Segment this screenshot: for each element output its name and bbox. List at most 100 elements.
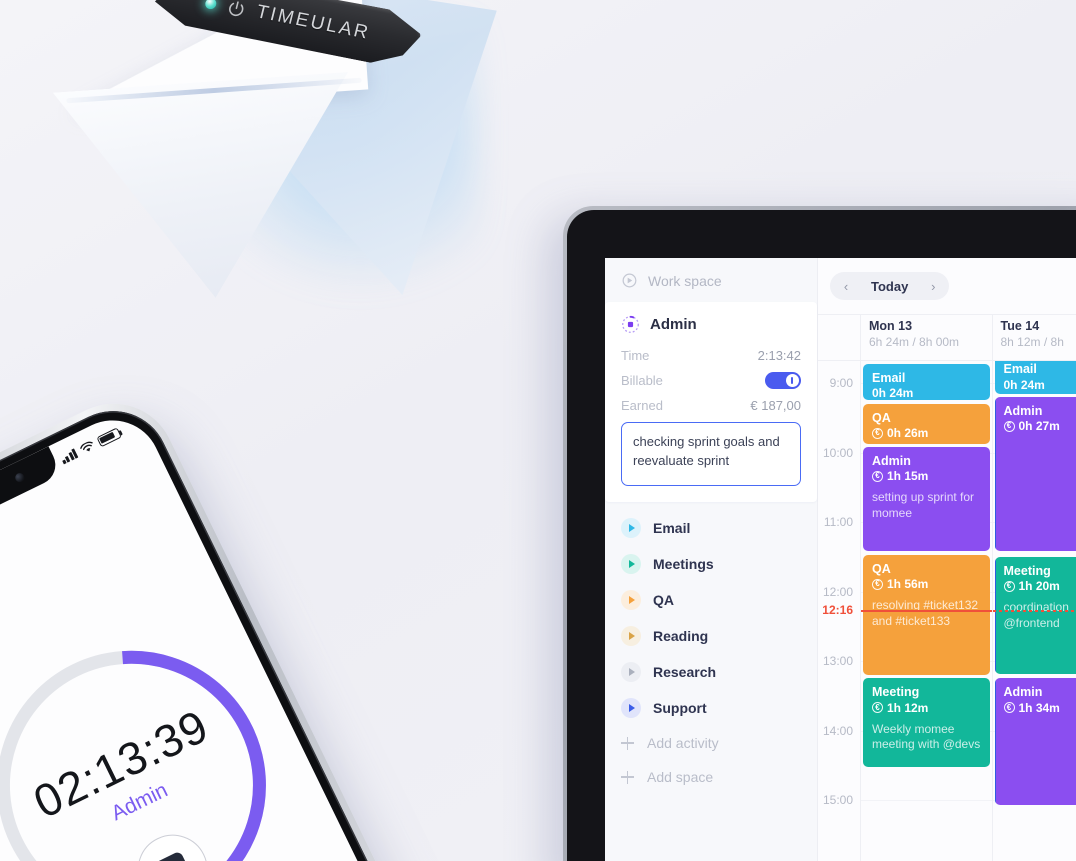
stop-square-icon <box>153 850 193 861</box>
phone-notch <box>0 446 63 540</box>
hour-label: 10:00 <box>822 445 853 460</box>
stat-label-time: Time <box>621 348 650 363</box>
activity-item-qa[interactable]: QA <box>605 582 817 618</box>
event-title: Email <box>872 370 906 385</box>
card-title-row: Admin <box>621 315 801 334</box>
day-header-mon[interactable]: Mon 13 6h 24m / 8h 00m <box>860 315 992 360</box>
event-title: QA <box>872 561 891 576</box>
calendar-event[interactable]: Admin €1h 15m setting up sprint for momee <box>863 446 990 552</box>
event-title: Admin <box>872 453 911 468</box>
event-duration: 0h 27m <box>1018 419 1060 434</box>
activity-item-research[interactable]: Research <box>605 654 817 690</box>
play-icon[interactable] <box>621 518 641 538</box>
event-duration-row: €0h 26m <box>872 426 981 440</box>
add-space-label: Add space <box>647 769 714 785</box>
phone-body: 15:37 <box>0 392 431 861</box>
event-duration: 1h 12m <box>887 700 929 715</box>
billable-icon: € <box>872 427 883 439</box>
play-icon[interactable] <box>621 554 641 574</box>
activity-item-email[interactable]: Email <box>605 510 817 546</box>
calendar-event[interactable]: Admin €1h 34m <box>994 678 1076 805</box>
event-duration-row: €0h 27m <box>1003 419 1076 434</box>
day-columns: Email 0h 24m QA €0h 26m Admin €1h 15m setting … <box>860 361 1076 861</box>
event-duration-row: €1h 34m <box>1003 701 1076 715</box>
active-activity-card: Admin Time 2:13:42 Billable Earned € 187… <box>605 302 817 502</box>
phone-status-bar: 15:37 <box>0 411 147 580</box>
time-gutter: 9:00 10:00 11:00 12:00 13:00 14:00 15:00 12:16 <box>818 361 860 861</box>
event-duration-row: €1h 12m <box>872 701 981 715</box>
mobile-phone: 15:37 <box>0 382 441 861</box>
next-day-button[interactable]: › <box>924 277 942 295</box>
current-time-label: 12:16 <box>822 603 853 618</box>
day-column-mon[interactable]: Email 0h 24m QA €0h 26m Admin €1h 15m setting … <box>860 361 992 861</box>
note-input[interactable]: checking sprint goals and reevaluate spr… <box>621 422 801 486</box>
sidebar: Work space Admin Time 2:13:42 Billable E… <box>605 258 818 861</box>
activity-label: Reading <box>653 628 709 644</box>
workspace-header[interactable]: Work space <box>605 258 817 302</box>
hour-label: 14:00 <box>822 723 853 738</box>
activity-item-reading[interactable]: Reading <box>605 618 817 654</box>
add-activity-button[interactable]: Add activity <box>605 726 817 760</box>
activity-item-support[interactable]: Support <box>605 690 817 726</box>
calendar-event[interactable]: Email 0h 24m <box>863 363 990 401</box>
event-note: coordination @frontend <box>1003 600 1069 630</box>
stat-value-time: 2:13:42 <box>757 348 801 363</box>
tracker-brand-label: TIMEULAR <box>254 1 373 44</box>
add-space-button[interactable]: Add space <box>605 760 817 794</box>
event-selection-bar <box>994 396 996 552</box>
calendar-event[interactable]: Email 0h 24m <box>994 361 1076 394</box>
calendar-event[interactable]: QA €0h 26m <box>863 403 990 444</box>
laptop-device: Work space Admin Time 2:13:42 Billable E… <box>563 206 1076 861</box>
event-title: Admin <box>1003 403 1043 418</box>
stat-row-billable: Billable <box>621 372 801 389</box>
power-icon <box>225 0 248 19</box>
stat-row-time: Time 2:13:42 <box>621 348 801 363</box>
status-bar-indicators <box>59 426 122 465</box>
stat-label-earned: Earned <box>621 398 663 413</box>
billable-icon: € <box>1003 420 1015 432</box>
calendar-event[interactable]: Meeting €1h 20m coordination @frontend <box>994 556 1076 675</box>
event-title: Meeting <box>1003 563 1051 578</box>
calendar-grid[interactable]: 9:00 10:00 11:00 12:00 13:00 14:00 15:00 12:16 … <box>818 361 1076 861</box>
plus-icon <box>621 736 634 750</box>
play-icon[interactable] <box>621 590 641 610</box>
calendar-event[interactable]: Meeting €1h 12m Weekly momee meeting with … <box>863 678 990 767</box>
led-indicator-icon <box>204 0 217 10</box>
activity-label: QA <box>653 592 674 608</box>
calendar-toolbar: ‹ Today › <box>818 258 1076 314</box>
activity-label: Email <box>653 520 691 536</box>
activity-item-meetings[interactable]: Meetings <box>605 546 817 582</box>
day-name: Mon 13 <box>869 319 913 333</box>
event-title: Admin <box>1003 685 1043 700</box>
recording-indicator-icon <box>622 315 639 333</box>
add-activity-label: Add activity <box>647 735 719 751</box>
event-duration: 0h 26m <box>887 426 929 441</box>
calendar-day-headers: Mon 13 6h 24m / 8h 00m Tue 14 8h 12m / 8… <box>818 314 1076 361</box>
calendar-event[interactable]: QA €1h 56m resolving #ticket132 and #ticke… <box>863 554 990 676</box>
activity-label: Support <box>653 700 707 716</box>
event-duration: 0h 24m <box>872 385 914 400</box>
calendar-event[interactable]: Admin €0h 27m <box>994 396 1076 552</box>
day-name: Tue 14 <box>1000 319 1040 333</box>
battery-icon <box>96 426 122 447</box>
workspace-icon <box>622 273 637 288</box>
event-title: Email <box>1003 362 1037 377</box>
date-navigator: ‹ Today › <box>830 272 950 300</box>
phone-screen: 15:37 <box>0 404 419 861</box>
event-duration-row: 0h 24m <box>1004 378 1076 392</box>
play-icon[interactable] <box>621 626 641 646</box>
current-time-line <box>992 610 1076 612</box>
day-header-tue[interactable]: Tue 14 8h 12m / 8h <box>991 315 1076 360</box>
event-note: setting up sprint for momee <box>872 490 975 520</box>
today-button[interactable]: Today <box>861 279 918 294</box>
event-selection-bar <box>994 678 996 805</box>
active-activity-title: Admin <box>650 316 697 333</box>
prev-day-button[interactable]: ‹ <box>837 277 855 295</box>
event-duration-row: €1h 56m <box>872 577 981 591</box>
play-icon[interactable] <box>621 662 641 682</box>
day-column-tue[interactable]: Email 0h 24m Admin €0h 27m Meeting €1h 20m coo… <box>991 361 1076 861</box>
play-icon[interactable] <box>621 698 641 718</box>
laptop-screen: Work space Admin Time 2:13:42 Billable E… <box>605 258 1076 861</box>
hour-label: 12:00 <box>822 584 853 599</box>
billable-toggle[interactable] <box>765 372 801 389</box>
